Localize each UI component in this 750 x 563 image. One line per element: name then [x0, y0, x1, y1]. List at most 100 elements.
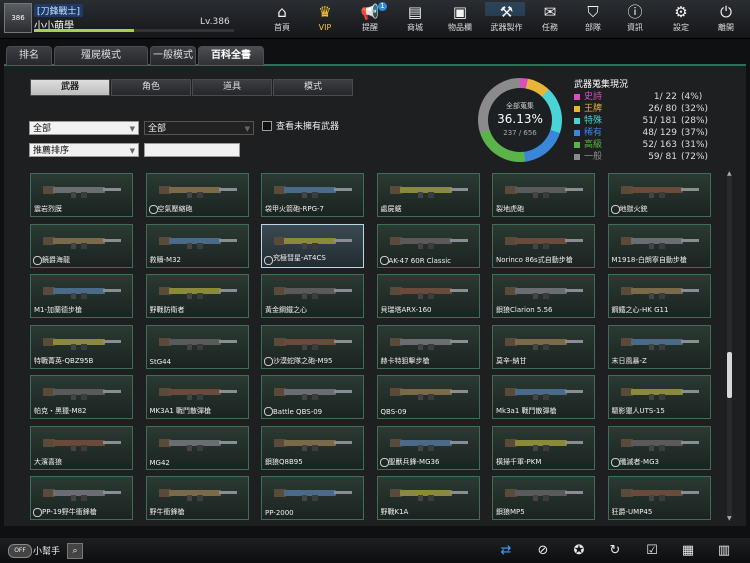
weapon-card[interactable]: QBS-09	[376, 375, 480, 419]
nav-info-button[interactable]: ⓘ 資訊	[615, 2, 655, 38]
weapon-card[interactable]: 黃金鋼鐵之心	[261, 274, 364, 318]
weapon-name: 野戰K1A	[380, 508, 409, 516]
runner-icon[interactable]: ✪	[570, 542, 588, 560]
weapon-card[interactable]: 鋇狼MP5	[492, 476, 595, 520]
weapon-barrel	[449, 188, 468, 191]
tab-encyclopedia[interactable]: 百科全書	[198, 46, 264, 65]
subtab-items[interactable]: 道具	[192, 79, 272, 96]
weapon-grip	[186, 495, 192, 501]
weapon-card[interactable]: PP-19野牛衝鋒槍	[30, 476, 133, 520]
nav-megaphone-button[interactable]: 📢 提醒 1	[350, 2, 390, 38]
subtab-characters[interactable]: 角色	[111, 79, 191, 96]
weapon-grip	[302, 293, 307, 299]
tab-normal-mode[interactable]: 一般模式	[150, 46, 196, 65]
weapon-name: 驅影獵人UTS-15	[611, 407, 665, 415]
weapon-card[interactable]: 沙漠蛇隊之砲-M95	[261, 324, 364, 369]
weapon-body	[53, 288, 105, 294]
gear-icon: ⚙	[674, 3, 688, 21]
weapon-card[interactable]: StG44	[145, 324, 249, 369]
weapon-card[interactable]: MG42	[145, 425, 249, 470]
weapon-card[interactable]: Mk3a1 戰鬥散彈槍	[492, 375, 595, 419]
weapon-card[interactable]: 橫掃千軍-PKM	[492, 425, 595, 470]
weapon-card[interactable]: 狂爵-UMP45	[607, 476, 711, 520]
weapon-body	[168, 187, 221, 193]
weapon-card[interactable]: 殲滅者-MG3	[607, 425, 711, 470]
weapon-card[interactable]: 野戰防衛者	[145, 274, 249, 318]
weapon-card[interactable]: 救贖-M32	[145, 223, 249, 268]
avatar[interactable]: 386	[4, 3, 32, 33]
weapon-card[interactable]: 處屍鋸	[376, 173, 480, 217]
nav-home-button[interactable]: ⌂ 首頁	[262, 2, 302, 38]
weapon-card[interactable]: 莫辛-納甘	[492, 324, 595, 369]
subcategory-filter-select[interactable]: 全部 ▼	[144, 121, 254, 135]
scroll-down-icon[interactable]: ▼	[727, 515, 732, 522]
nav-weapon-craft-button[interactable]: ⚒ 武器製作	[485, 2, 525, 32]
weapon-card[interactable]: 鋇狼Q8B95	[261, 425, 364, 470]
compass-icon[interactable]: ⊘	[534, 542, 552, 560]
subtab-modes[interactable]: 模式	[273, 79, 353, 96]
weapon-card[interactable]: Norinco 86s式自動步槍	[492, 223, 595, 268]
weapon-card[interactable]: 空氣壓縮砲	[145, 173, 249, 217]
weapon-card[interactable]: 鋇狼Clarion 5.56	[492, 274, 595, 318]
weapon-grip	[302, 242, 307, 249]
weapon-barrel	[334, 390, 352, 393]
tab-zombie-mode[interactable]: 殭屍模式	[54, 46, 148, 65]
weapon-card[interactable]: 末日風暴-Z	[607, 324, 711, 369]
sort-select[interactable]: 推薦排序 ▼	[29, 143, 139, 157]
category-filter-select[interactable]: 全部 ▼	[29, 121, 139, 135]
sync-icon[interactable]: ⇄	[497, 542, 515, 560]
weapon-card[interactable]: AK-47 60R Classic	[376, 223, 480, 268]
weapon-card[interactable]: PP-2000	[261, 476, 364, 520]
nav-squad-button[interactable]: ⛉ 部隊	[573, 2, 613, 38]
helper-search-icon[interactable]: ⌕	[67, 543, 83, 559]
checklist-icon[interactable]: ☑	[643, 542, 661, 560]
nav-power-button[interactable]: ⏻ 離開	[706, 2, 746, 38]
nav-store-button[interactable]: ▤ 商城	[395, 2, 435, 38]
subtab-weapons[interactable]: 武器	[30, 79, 110, 96]
weapon-grip	[648, 192, 654, 198]
helper-toggle[interactable]: OFF	[8, 544, 32, 558]
weapon-card[interactable]: 特戰菁英-QBZ95B	[30, 324, 133, 369]
show-unowned-label[interactable]: 查看未擁有武器	[276, 119, 339, 132]
weapon-name: MK3A1 戰鬥散彈槍	[149, 407, 212, 415]
scrollbar-track[interactable]	[727, 176, 732, 518]
collection-count: 237 / 656	[503, 129, 537, 137]
weapon-card[interactable]: M1918-白朗寧自動步槍	[607, 223, 711, 268]
weapon-card[interactable]: M1-加蘭德步槍	[30, 274, 133, 318]
weapon-image	[274, 336, 352, 350]
weapon-card[interactable]: 聖獸兵鋒-MG36	[376, 425, 480, 470]
nav-mission-button[interactable]: ✉ 任務	[530, 2, 570, 38]
weapon-card[interactable]: 野牛衝鋒槍	[145, 476, 249, 520]
nav-bag-button[interactable]: ▣ 物品欄	[440, 2, 480, 38]
nav-gear-button[interactable]: ⚙ 設定	[661, 2, 701, 38]
weapon-card[interactable]: 貝瑞塔ARX-160	[376, 274, 480, 318]
weapon-card[interactable]: 震岩烈膜	[30, 173, 133, 217]
scroll-up-icon[interactable]: ▲	[727, 170, 732, 177]
weapon-card[interactable]: 袋甲火箭砲-RPG-7	[261, 173, 364, 217]
film-icon[interactable]: ▥	[715, 542, 733, 560]
owned-marker-icon	[610, 205, 620, 214]
scrollbar-thumb[interactable]	[727, 352, 732, 398]
show-unowned-checkbox[interactable]	[262, 121, 272, 131]
weapon-card[interactable]: 野戰K1A	[376, 476, 480, 520]
weapon-card[interactable]: 驅影獵人UTS-15	[607, 375, 711, 419]
weapon-image	[274, 285, 352, 299]
weapon-card[interactable]: 鏡爵海龍	[30, 223, 133, 268]
weapon-card[interactable]: 地獄火銃	[607, 173, 711, 217]
weapon-card[interactable]: 大濱喜狼	[30, 425, 133, 470]
profile-panel[interactable]: 386 [刀鋒戰士] 小小萌學 Lv.386	[2, 2, 234, 34]
nav-crown-button[interactable]: ♛ VIP	[305, 2, 345, 38]
weapon-card[interactable]: 帕克・黑獵-M82	[30, 375, 133, 419]
calendar-icon[interactable]: ▦	[679, 542, 697, 560]
weapon-card[interactable]: Battle QBS-09	[261, 375, 364, 419]
refresh-icon[interactable]: ↻	[606, 542, 624, 560]
search-input[interactable]	[144, 143, 240, 157]
weapon-card[interactable]: MK3A1 戰鬥散彈槍	[145, 375, 249, 419]
weapon-card[interactable]: 鋼鐵之心-HK G11	[607, 274, 711, 318]
weapon-mag	[81, 444, 87, 451]
tab-ranking[interactable]: 排名	[6, 46, 52, 65]
weapon-card[interactable]: 究極彗星-AT4CS	[261, 223, 364, 268]
weapon-card[interactable]: 裂地虎砲	[492, 173, 595, 217]
weapon-card[interactable]: 赫卡特狙擊步槍	[376, 324, 480, 369]
store-icon: ▤	[407, 3, 423, 21]
